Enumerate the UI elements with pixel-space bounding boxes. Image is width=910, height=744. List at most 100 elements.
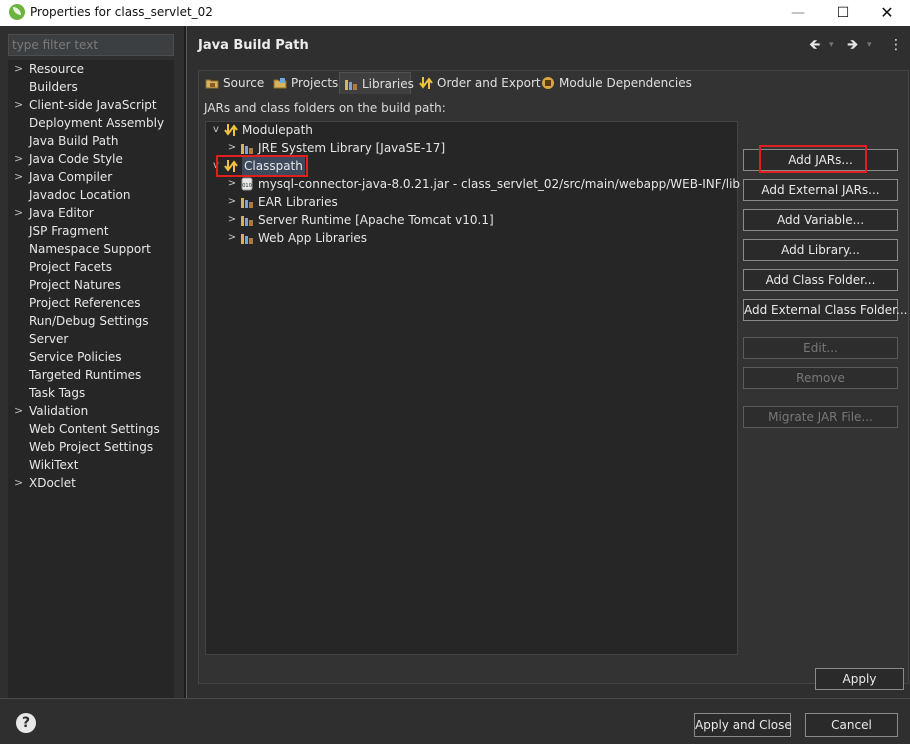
view-menu-icon[interactable]: ⋮ bbox=[889, 36, 903, 54]
modulepath-label: Modulepath bbox=[242, 123, 313, 137]
nav-item[interactable]: WikiText bbox=[8, 456, 174, 474]
nav-item-label: Web Content Settings bbox=[29, 422, 160, 436]
properties-nav-tree: > Resource Builders > Client-side JavaScript… bbox=[8, 60, 174, 698]
add-library-button[interactable]: Add Library... bbox=[743, 239, 898, 261]
tree-node-ear-libraries[interactable]: > EAR Libraries bbox=[226, 193, 486, 211]
nav-item-label: Deployment Assembly bbox=[29, 116, 165, 130]
tree-node-web-app-libraries[interactable]: > Web App Libraries bbox=[226, 229, 486, 247]
nav-item[interactable]: Javadoc Location bbox=[8, 186, 174, 204]
nav-item[interactable]: Targeted Runtimes bbox=[8, 366, 174, 384]
nav-item[interactable]: JSP Fragment bbox=[8, 222, 174, 240]
nav-item[interactable]: Project References bbox=[8, 294, 174, 312]
add-class-folder-button[interactable]: Add Class Folder... bbox=[743, 269, 898, 291]
nav-item[interactable]: > Validation bbox=[8, 402, 174, 420]
minimize-button[interactable]: — bbox=[775, 0, 821, 26]
maximize-button[interactable]: ☐ bbox=[820, 0, 866, 26]
nav-item-label: Run/Debug Settings bbox=[29, 314, 149, 328]
nav-item[interactable]: > Java Compiler bbox=[8, 168, 174, 186]
add-external-jars-button[interactable]: Add External JARs... bbox=[743, 179, 898, 201]
apply-and-close-button[interactable]: Apply and Close bbox=[694, 713, 792, 737]
tab-libraries[interactable]: Libraries bbox=[339, 72, 414, 94]
nav-item-label: Server bbox=[29, 332, 69, 346]
nav-item[interactable]: Web Content Settings bbox=[8, 420, 174, 438]
chevron-right-icon[interactable]: > bbox=[226, 229, 238, 247]
nav-item[interactable]: Builders bbox=[8, 78, 174, 96]
library-icon bbox=[241, 234, 253, 244]
nav-item-label: Javadoc Location bbox=[29, 188, 131, 202]
chevron-right-icon[interactable]: > bbox=[14, 474, 23, 492]
spring-app-icon bbox=[9, 4, 25, 20]
tree-node-mysql-jar[interactable]: > 010 mysql-connector-java-8.0.21.jar - … bbox=[226, 175, 740, 193]
remove-button[interactable]: Remove bbox=[743, 367, 898, 389]
nav-item-label: Builders bbox=[29, 80, 78, 94]
chevron-right-icon[interactable]: > bbox=[226, 211, 238, 229]
page-header-toolbar: 🡸 ▾ 🡺 ▾ ⋮ bbox=[807, 36, 907, 54]
tab-projects[interactable]: Projects bbox=[269, 72, 339, 94]
nav-item-label: XDoclet bbox=[29, 476, 76, 490]
cancel-button[interactable]: Cancel bbox=[805, 713, 898, 737]
chevron-right-icon[interactable]: > bbox=[14, 96, 23, 114]
library-icon bbox=[241, 198, 253, 208]
nav-item[interactable]: Java Build Path bbox=[8, 132, 174, 150]
nav-item[interactable]: Web Project Settings bbox=[8, 438, 174, 456]
nav-item[interactable]: Run/Debug Settings bbox=[8, 312, 174, 330]
back-dropdown-icon[interactable]: ▾ bbox=[829, 36, 834, 54]
tab-source[interactable]: Source bbox=[201, 72, 265, 94]
nav-item-label: Project References bbox=[29, 296, 141, 310]
nav-item[interactable]: Project Natures bbox=[8, 276, 174, 294]
nav-item[interactable]: Server bbox=[8, 330, 174, 348]
nav-item[interactable]: > Resource bbox=[8, 60, 174, 78]
chevron-right-icon[interactable]: > bbox=[226, 193, 238, 211]
page-title: Java Build Path bbox=[198, 38, 309, 53]
chevron-right-icon[interactable]: > bbox=[14, 60, 23, 78]
projects-icon bbox=[273, 78, 287, 89]
nav-item[interactable]: > Java Editor bbox=[8, 204, 174, 222]
web-app-libraries-label: Web App Libraries bbox=[258, 231, 368, 245]
nav-item-label: Targeted Runtimes bbox=[29, 368, 142, 382]
tab-module-dependencies[interactable]: Module Dependencies bbox=[537, 72, 692, 94]
back-arrow-icon[interactable]: 🡸 bbox=[809, 36, 820, 54]
chevron-right-icon[interactable]: > bbox=[226, 175, 238, 193]
nav-item-label: Java Build Path bbox=[29, 134, 119, 148]
nav-item[interactable]: > Java Code Style bbox=[8, 150, 174, 168]
nav-item[interactable]: > XDoclet bbox=[8, 474, 174, 492]
chevron-down-icon[interactable]: v bbox=[210, 121, 222, 139]
chevron-right-icon[interactable]: > bbox=[14, 204, 23, 222]
tab-libraries-label: Libraries bbox=[362, 77, 414, 91]
chevron-right-icon[interactable]: > bbox=[14, 402, 23, 420]
nav-item[interactable]: Project Facets bbox=[8, 258, 174, 276]
chevron-right-icon[interactable]: > bbox=[14, 168, 23, 186]
source-folder-icon bbox=[205, 79, 219, 89]
properties-nav-pane: type filter text > Resource Builders > Clien… bbox=[0, 26, 184, 698]
nav-item-label: Project Facets bbox=[29, 260, 112, 274]
forward-arrow-icon[interactable]: 🡺 bbox=[847, 36, 858, 54]
nav-item-label: JSP Fragment bbox=[29, 224, 109, 238]
build-path-tree[interactable]: v Modulepath > JRE System Library [JavaS… bbox=[205, 121, 740, 655]
module-dependencies-icon bbox=[542, 77, 554, 89]
classpath-highlight-box bbox=[216, 155, 308, 177]
jar-icon: 010 bbox=[241, 177, 253, 191]
forward-dropdown-icon[interactable]: ▾ bbox=[867, 36, 872, 54]
filter-input[interactable]: type filter text bbox=[8, 34, 174, 56]
nav-item[interactable]: Service Policies bbox=[8, 348, 174, 366]
close-window-button[interactable]: ✕ bbox=[864, 0, 910, 26]
add-jars-highlight-box bbox=[759, 145, 867, 173]
chevron-right-icon[interactable]: > bbox=[14, 150, 23, 168]
nav-item-label: Namespace Support bbox=[29, 242, 151, 256]
tab-order-and-export[interactable]: Order and Export bbox=[415, 72, 541, 94]
nav-item[interactable]: > Client-side JavaScript bbox=[8, 96, 174, 114]
nav-item[interactable]: Namespace Support bbox=[8, 240, 174, 258]
tree-node-modulepath[interactable]: v Modulepath bbox=[210, 121, 410, 139]
add-external-class-folder-button[interactable]: Add External Class Folder... bbox=[743, 299, 907, 321]
dialog-body: type filter text > Resource Builders > Clien… bbox=[0, 26, 910, 698]
migrate-jar-button[interactable]: Migrate JAR File... bbox=[743, 406, 898, 428]
add-variable-button[interactable]: Add Variable... bbox=[743, 209, 898, 231]
nav-item-label: Resource bbox=[29, 62, 85, 76]
tab-projects-label: Projects bbox=[291, 76, 339, 90]
help-icon[interactable]: ? bbox=[16, 713, 36, 733]
apply-button[interactable]: Apply bbox=[815, 668, 904, 690]
nav-item[interactable]: Deployment Assembly bbox=[8, 114, 174, 132]
tree-node-server-runtime[interactable]: > Server Runtime [Apache Tomcat v10.1] bbox=[226, 211, 526, 229]
edit-button[interactable]: Edit... bbox=[743, 337, 898, 359]
nav-item[interactable]: Task Tags bbox=[8, 384, 174, 402]
